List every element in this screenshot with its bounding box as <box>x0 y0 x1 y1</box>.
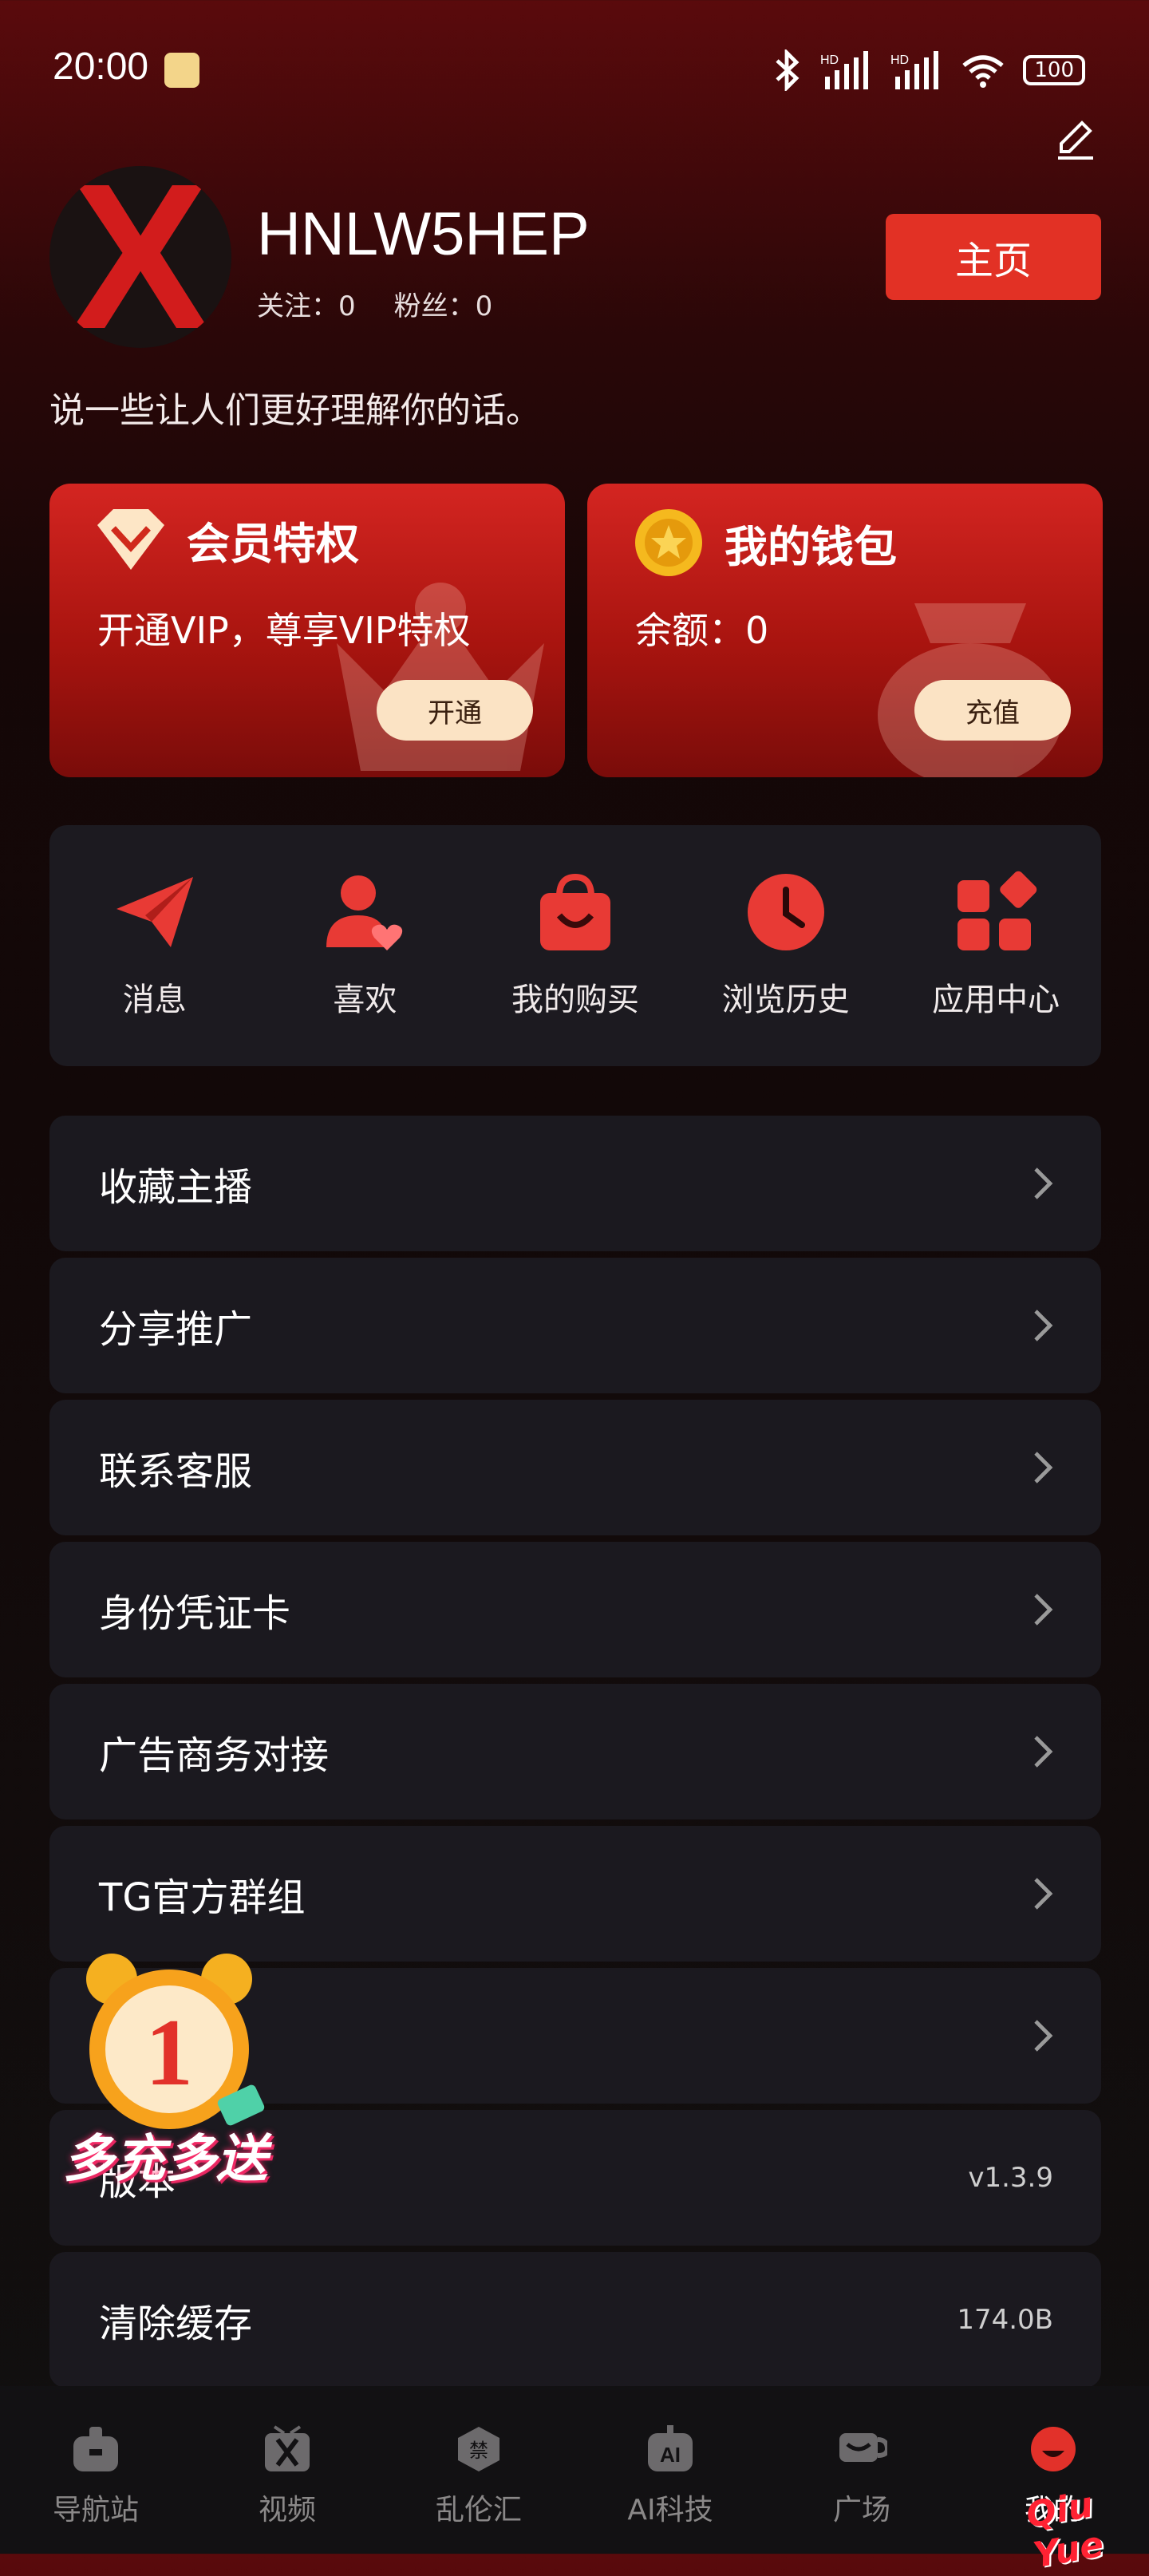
status-bar: 20:00 HD HD 100 <box>0 0 1149 144</box>
row-label: 清除缓存 <box>99 2301 253 2346</box>
app-grid-icon <box>958 871 1037 950</box>
chevron-right-icon <box>1034 1736 1053 1768</box>
quick-item-app-center[interactable]: 应用中心 <box>890 825 1101 1066</box>
chevron-right-icon <box>1034 1310 1053 1341</box>
signal-1-icon: HD <box>820 51 869 89</box>
nav-item-square[interactable]: 广场 <box>766 2386 958 2554</box>
recharge-button[interactable]: 充值 <box>914 680 1071 741</box>
quick-menu: 消息 喜欢 我的购买 浏览历史 应用中心 <box>49 825 1101 1066</box>
home-button[interactable]: 主页 <box>886 214 1101 300</box>
nav-label: 乱伦汇 <box>435 2494 522 2527</box>
vip-card[interactable]: 会员特权 开通VIP，尊享VIP特权 开通 <box>49 484 565 777</box>
nav-item-video[interactable]: 视频 <box>192 2386 383 2554</box>
row-label: 广告商务对接 <box>99 1733 330 1778</box>
menu-row-share[interactable]: 分享推广 <box>49 1258 1101 1393</box>
clock-icon <box>747 874 824 950</box>
money-bag-decoration-icon <box>878 603 1063 777</box>
chevron-right-icon <box>1034 2020 1053 2052</box>
row-label: TG官方群组 <box>99 1875 306 1920</box>
menu-row-tg-group[interactable]: TG官方群组 <box>49 1826 1101 1962</box>
quick-item-label: 消息 <box>122 982 187 1018</box>
diamond-icon <box>97 509 164 570</box>
wallet-card-title: 我的钱包 <box>632 506 897 579</box>
nav-item-home[interactable]: 导航站 <box>0 2386 192 2554</box>
menu-row-favorite-streamers[interactable]: 收藏主播 <box>49 1116 1101 1251</box>
vip-card-subtitle: 开通VIP，尊享VIP特权 <box>97 609 471 652</box>
wallet-balance: 余额：0 <box>635 609 769 652</box>
nav-item-forum[interactable]: 禁 乱伦汇 <box>383 2386 574 2554</box>
row-label: 收藏主播 <box>99 1165 253 1210</box>
chevron-right-icon <box>1034 1878 1053 1910</box>
menu-row-customer-service[interactable]: 联系客服 <box>49 1400 1101 1535</box>
quick-item-label: 浏览历史 <box>721 982 850 1018</box>
nav-label: 视频 <box>258 2494 316 2527</box>
menu-row-clear-cache[interactable]: 清除缓存 174.0B <box>49 2252 1101 2388</box>
nav-label: AI科技 <box>627 2494 713 2527</box>
cup-icon <box>839 2433 887 2462</box>
vip-title-text: 会员特权 <box>187 518 359 569</box>
quick-item-purchases[interactable]: 我的购买 <box>470 825 681 1066</box>
system-icons: HD HD 100 <box>771 49 1085 91</box>
signal-2-icon: HD <box>890 51 939 89</box>
promo-number: 1 <box>145 1999 193 2105</box>
activate-vip-button[interactable]: 开通 <box>377 680 533 741</box>
home-icon <box>73 2427 118 2471</box>
avatar-letter: X <box>71 166 210 348</box>
nav-label: 广场 <box>832 2494 890 2527</box>
user-heart-icon <box>326 875 403 950</box>
menu-row-identity-card[interactable]: 身份凭证卡 <box>49 1542 1101 1677</box>
chevron-right-icon <box>1034 1594 1053 1626</box>
profile-icon <box>1031 2427 1076 2471</box>
following-count[interactable]: 关注：0 <box>257 284 356 323</box>
recharge-promo-badge[interactable]: 1 多充多送 <box>49 1944 281 2189</box>
nav-item-ai[interactable]: AI AI科技 <box>574 2386 766 2554</box>
quick-item-messages[interactable]: 消息 <box>49 825 260 1066</box>
row-label: 联系客服 <box>99 1449 253 1494</box>
promo-text: 多充多送 <box>63 2130 267 2189</box>
menu-row-ad-business[interactable]: 广告商务对接 <box>49 1684 1101 1819</box>
video-icon <box>265 2425 310 2471</box>
chevron-right-icon <box>1034 1452 1053 1484</box>
svg-text:AI: AI <box>660 2443 681 2467</box>
status-time: 20:00 <box>53 45 149 88</box>
cache-size-value: 174.0B <box>957 2304 1053 2336</box>
ai-icon: AI <box>648 2425 693 2471</box>
bottom-navigation: 导航站 视频 禁 乱伦汇 AI AI科技 广场 我的 <box>0 2386 1149 2554</box>
wallet-card[interactable]: 我的钱包 余额：0 充值 <box>587 484 1103 777</box>
alarm-clock-icon: 1 <box>86 1954 265 2129</box>
svg-text:HD: HD <box>890 53 909 67</box>
quick-item-label: 应用中心 <box>932 982 1060 1018</box>
wallet-title-text: 我的钱包 <box>725 521 897 572</box>
nav-label: 导航站 <box>52 2494 139 2527</box>
bio-text[interactable]: 说一些让人们更好理解你的话。 <box>49 381 541 433</box>
wifi-icon <box>962 55 1005 88</box>
avatar[interactable]: X <box>49 166 231 348</box>
svg-text:禁: 禁 <box>469 2440 488 2462</box>
quick-item-label: 我的购买 <box>511 982 639 1018</box>
battery-indicator: 100 <box>1023 55 1085 85</box>
row-label: 分享推广 <box>99 1307 253 1352</box>
coin-icon <box>635 509 702 576</box>
svg-text:HD: HD <box>820 53 839 67</box>
bluetooth-icon <box>776 49 800 91</box>
quick-item-likes[interactable]: 喜欢 <box>260 825 471 1066</box>
notification-icon <box>164 53 199 88</box>
fans-count[interactable]: 粉丝：0 <box>394 284 493 323</box>
version-value: v1.3.9 <box>968 2162 1053 2194</box>
username: HNLW5HEP <box>257 200 590 268</box>
quick-item-label: 喜欢 <box>333 982 397 1018</box>
quick-item-history[interactable]: 浏览历史 <box>681 825 891 1066</box>
forbidden-badge-icon: 禁 <box>458 2427 499 2471</box>
row-label: 身份凭证卡 <box>99 1591 291 1636</box>
shopping-bag-icon <box>539 873 610 950</box>
edit-icon[interactable] <box>1053 118 1098 163</box>
paper-plane-icon <box>116 877 193 947</box>
vip-card-title: 会员特权 <box>94 506 359 573</box>
chevron-right-icon <box>1034 1167 1053 1199</box>
follow-stats: 关注：0 粉丝：0 <box>257 284 492 323</box>
settings-list: 收藏主播 分享推广 联系客服 身份凭证卡 广告商务对接 TG官方群组 版本 v1… <box>49 1116 1101 2394</box>
